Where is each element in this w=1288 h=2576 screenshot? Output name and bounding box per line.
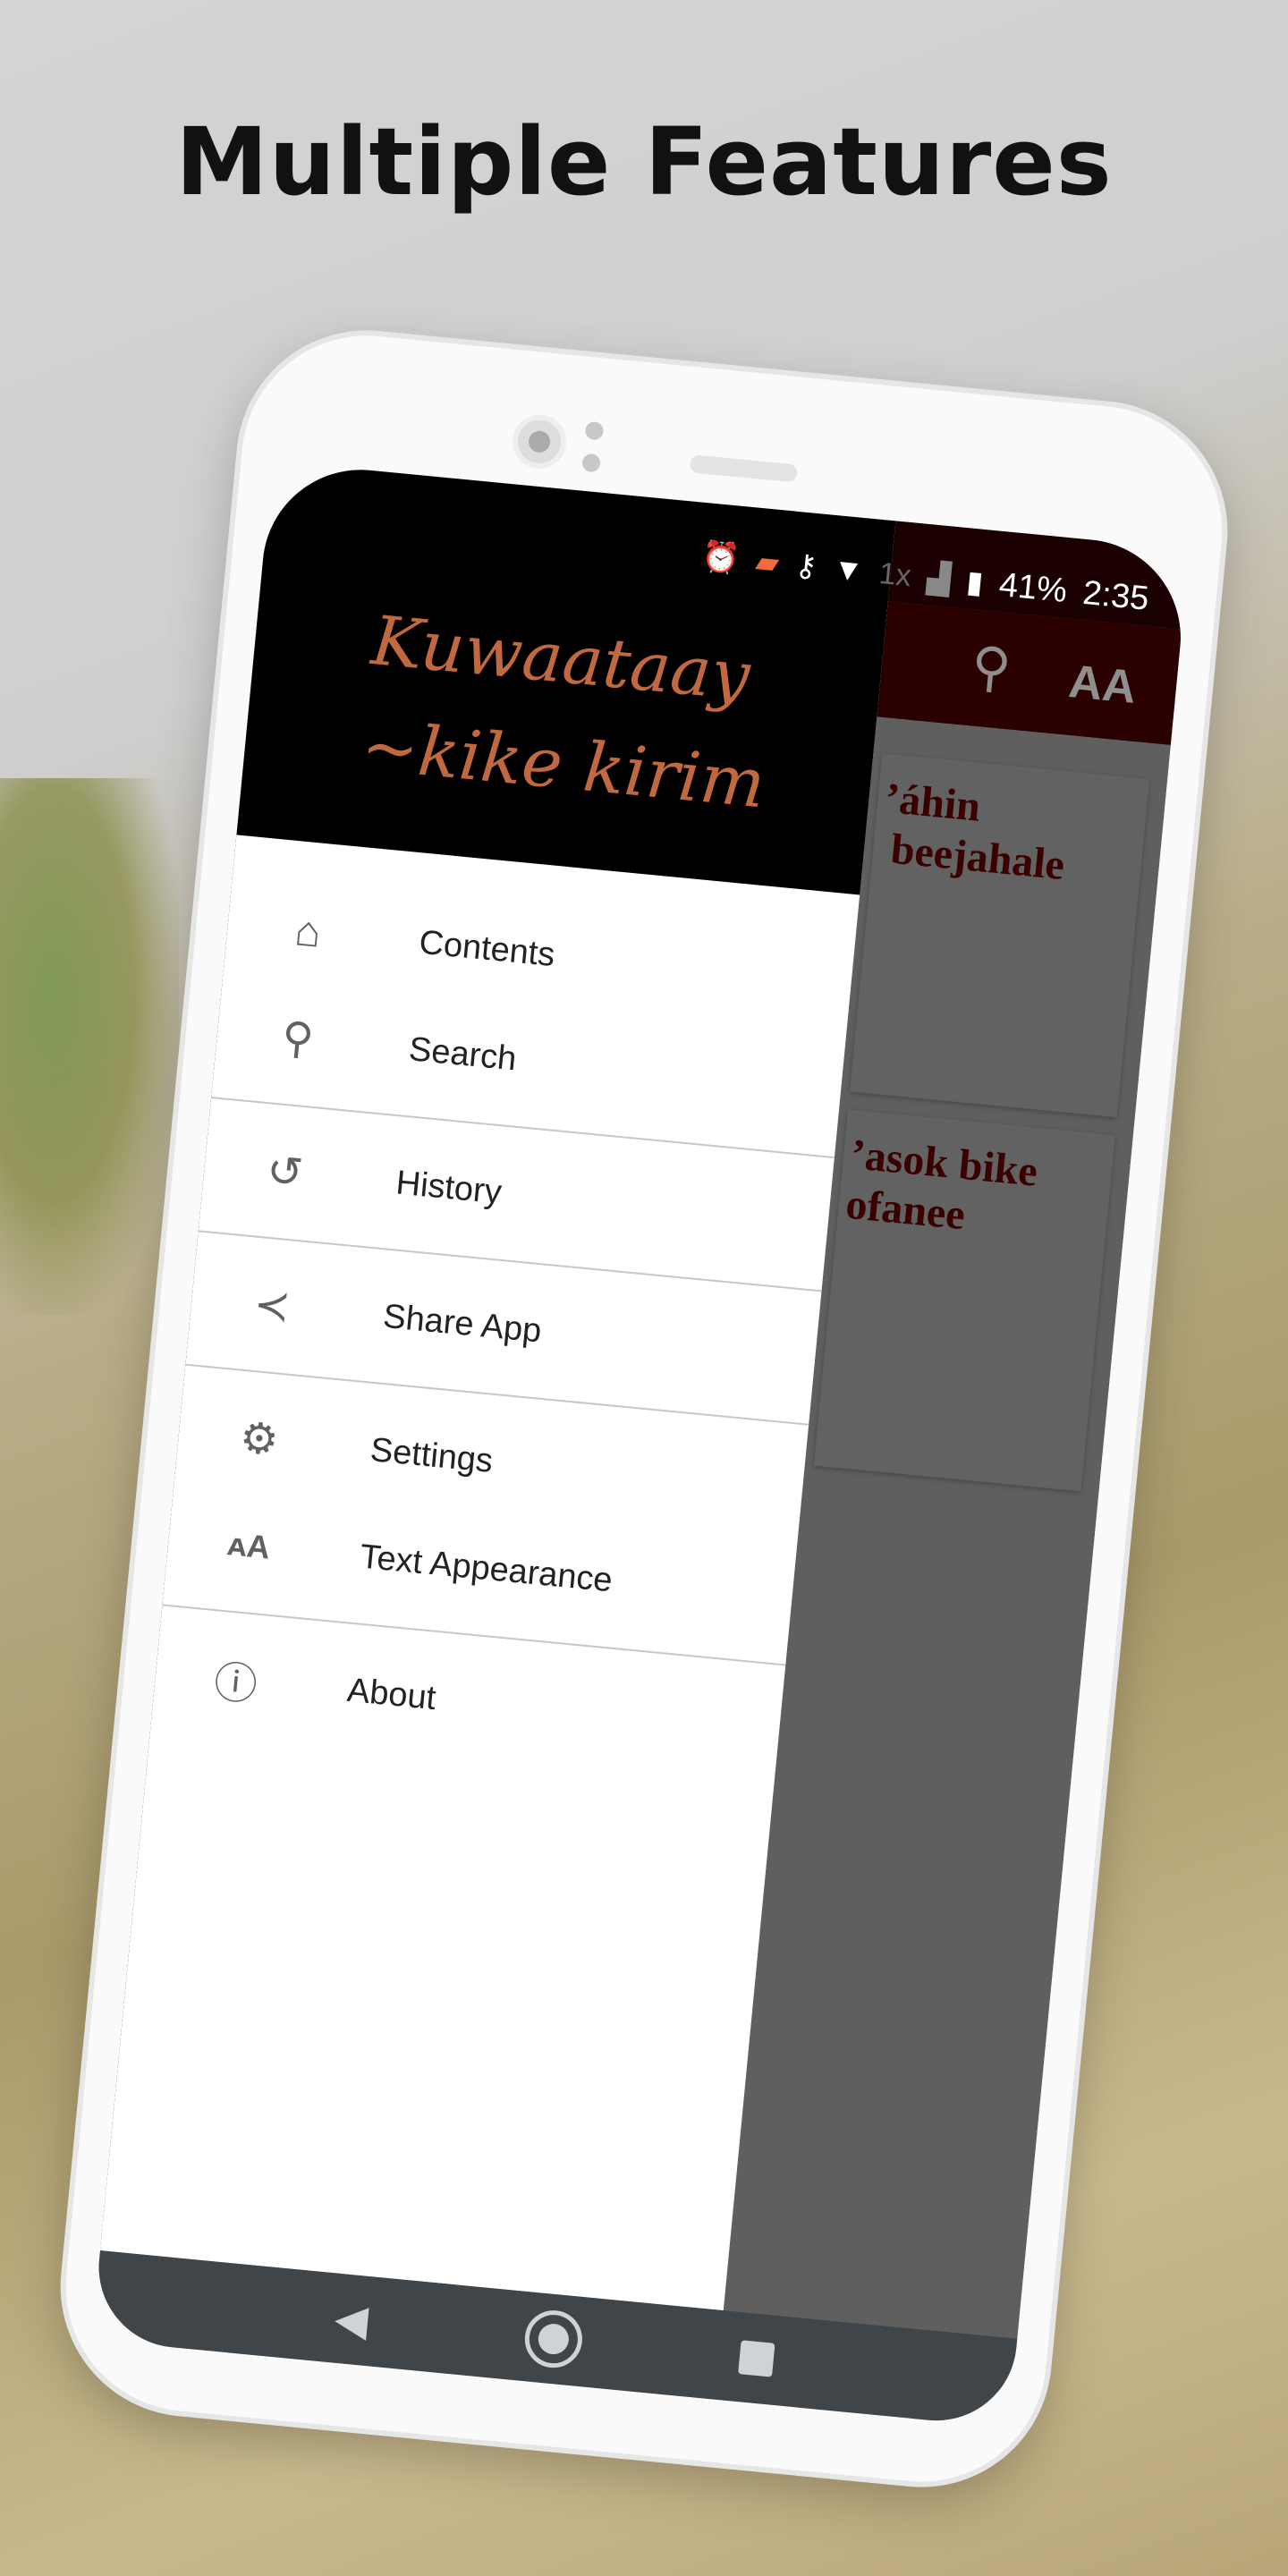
menu-item-about[interactable]: ⓘ About xyxy=(151,1618,784,1785)
earpiece-speaker xyxy=(689,454,798,483)
background-grass xyxy=(0,778,179,1315)
search-icon[interactable]: ⚲ xyxy=(969,634,1013,700)
sensors xyxy=(581,420,605,473)
alarm-icon: ⏰ xyxy=(699,538,741,577)
back-button[interactable]: ◀ xyxy=(333,2293,370,2346)
front-camera xyxy=(510,412,569,471)
share-icon: ≺ xyxy=(251,1280,292,1332)
cast-icon: ▰ xyxy=(754,544,781,581)
history-icon: ↺ xyxy=(264,1147,306,1199)
search-icon: ⚲ xyxy=(279,1013,316,1064)
content-card[interactable]: ’áhin beejahale xyxy=(850,753,1150,1118)
content-card[interactable]: ’asok bike ofanee xyxy=(813,1109,1115,1492)
battery-icon: ▮ xyxy=(964,564,985,601)
drawer-header: Kuwaataay ~kike kirim xyxy=(236,461,896,895)
card-title: ’áhin beejahale xyxy=(877,774,1067,890)
recents-button[interactable] xyxy=(738,2340,775,2377)
info-icon: ⓘ xyxy=(211,1658,259,1710)
battery-percent: 41% xyxy=(997,565,1069,610)
text-appearance-icon: ᴀA xyxy=(225,1525,272,1566)
app-logo: Kuwaataay ~kike kirim xyxy=(358,600,769,824)
gear-icon: ⚙ xyxy=(237,1413,281,1465)
home-button[interactable] xyxy=(522,2308,586,2371)
vpn-key-icon: ⚷ xyxy=(792,547,819,585)
menu-item-share-app[interactable]: ≺ Share App xyxy=(187,1244,820,1411)
data-off-icon: 1x xyxy=(877,555,913,593)
signal-icon: ▟ xyxy=(925,561,953,597)
card-title: ’asok bike ofanee xyxy=(843,1130,1040,1240)
drawer-menu: ⌂ Contents ⚲ Search ↺ History ≺ Share App ⚙ S… xyxy=(151,835,860,1784)
menu-item-history[interactable]: ↺ History xyxy=(199,1111,833,1278)
clock: 2:35 xyxy=(1080,573,1151,618)
phone-screen: ⏰ ▰ ⚷ ▼ 1x ▟ ▮ 41% 2:35 ⚲ AA ’áhin beeja… xyxy=(91,461,1190,2428)
text-appearance-icon[interactable]: AA xyxy=(1066,655,1139,715)
wifi-icon: ▼ xyxy=(831,551,865,589)
phone-mockup: ⏰ ▰ ⚷ ▼ 1x ▟ ▮ 41% 2:35 ⚲ AA ’áhin beeja… xyxy=(54,324,1234,2494)
headline: Multiple Features xyxy=(175,107,1113,216)
home-icon: ⌂ xyxy=(292,906,324,957)
